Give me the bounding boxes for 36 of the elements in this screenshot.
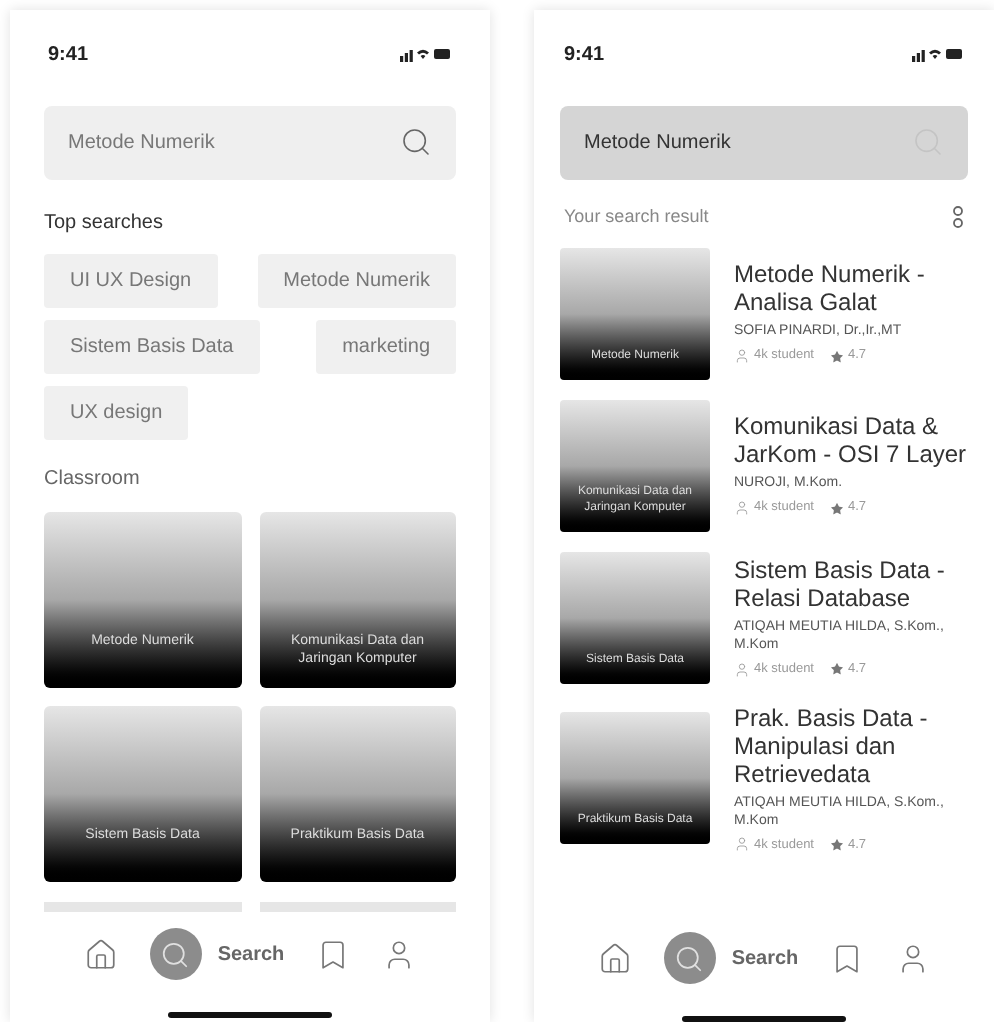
search-chip[interactable]: Metode Numerik [257, 254, 456, 308]
status-icons [400, 46, 452, 62]
search-icon[interactable] [400, 126, 432, 158]
home-icon[interactable] [597, 941, 632, 975]
student-icon [734, 500, 750, 516]
search-chip[interactable]: Sistem Basis Data [44, 320, 260, 374]
section-title: Classroom [44, 466, 142, 494]
student-icon [734, 348, 750, 364]
status-time: 9:41 [48, 41, 89, 69]
course-title[interactable]: Sistem Basis Data - Relasi Database [734, 555, 968, 612]
search-chip[interactable]: marketing [316, 320, 456, 374]
search-icon[interactable] [674, 943, 705, 973]
filter-icon[interactable] [952, 206, 964, 229]
results-title: Your search result [564, 204, 709, 230]
star-icon [830, 662, 844, 676]
nav-label[interactable]: Search [731, 943, 799, 973]
nav-search-button[interactable] [149, 928, 202, 980]
search-chip[interactable]: UI UX Design [44, 254, 218, 308]
course-title[interactable]: Prak. Basis Data - Manipulasi dan Retrievedata [734, 703, 968, 787]
star-icon [830, 501, 844, 515]
course-title[interactable]: Komunikasi Data & JarKom - OSI 7 Layer [734, 412, 968, 469]
status-time: 9:41 [564, 41, 605, 69]
search-field[interactable]: Metode Numerik [44, 106, 456, 180]
home-icon[interactable] [83, 937, 118, 971]
star-icon [830, 837, 844, 852]
nav-label[interactable]: Search [217, 939, 285, 969]
nav-search-button[interactable] [663, 932, 716, 984]
star-icon [830, 349, 844, 363]
search-chip[interactable]: UX design [44, 386, 189, 440]
section-title: Top searches [44, 210, 165, 238]
search-icon[interactable] [160, 939, 191, 969]
status-icons [912, 46, 964, 62]
student-icon [734, 661, 750, 677]
search-field[interactable]: Metode Numerik [560, 106, 968, 180]
student-icon [734, 836, 750, 853]
course-title[interactable]: Metode Numerik - Analisa Galat [734, 260, 968, 317]
